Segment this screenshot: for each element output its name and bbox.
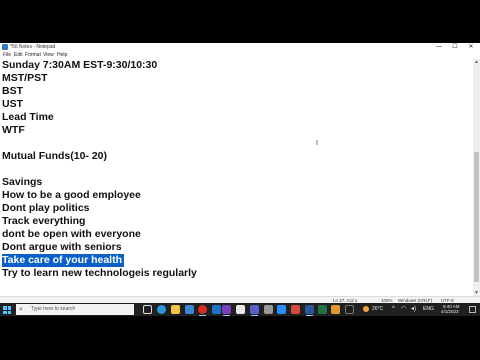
edge-icon[interactable] xyxy=(157,305,166,314)
text-line[interactable]: Mutual Funds(10- 20) xyxy=(2,150,107,163)
clock-date[interactable]: 4/1/2023 xyxy=(441,309,459,315)
text-line[interactable]: BST xyxy=(2,85,23,98)
ibeam-cursor-icon: I xyxy=(316,140,318,147)
zoom-icon[interactable] xyxy=(277,305,286,314)
text-line[interactable]: MST/PST xyxy=(2,72,48,85)
network-icon[interactable]: ◠ xyxy=(401,303,406,316)
selected-text-line[interactable]: Take care of your health xyxy=(2,254,125,267)
photos-icon[interactable] xyxy=(331,305,340,314)
store-icon[interactable] xyxy=(185,305,194,314)
menu-view[interactable]: View xyxy=(43,51,54,59)
notepad-screen: *50 Notes - Notepad — ☐ ✕ File Edit Form… xyxy=(0,43,480,316)
text-line[interactable]: Dont argue with seniors xyxy=(2,241,122,254)
menu-format[interactable]: Format xyxy=(25,51,41,59)
text-line[interactable]: Dont play politics xyxy=(2,202,90,215)
mail-icon[interactable] xyxy=(212,305,221,314)
volume-icon[interactable]: ◂) xyxy=(411,303,416,316)
text-line[interactable]: Track everything xyxy=(2,215,85,228)
weather-sun-icon[interactable] xyxy=(363,306,369,312)
window-title: *50 Notes - Notepad xyxy=(10,44,56,50)
task-view-icon[interactable] xyxy=(143,305,152,314)
onenote-icon[interactable] xyxy=(222,305,231,316)
close-button[interactable]: ✕ xyxy=(464,43,478,51)
windows-start-icon[interactable] xyxy=(3,306,11,314)
terminal-icon[interactable] xyxy=(345,305,354,314)
menu-file[interactable]: File xyxy=(3,51,11,59)
notification-icon[interactable] xyxy=(469,306,476,313)
taskbar-search-box[interactable]: ⌕ Type here to search xyxy=(16,304,134,315)
text-line[interactable]: WTF xyxy=(2,124,25,137)
search-placeholder: Type here to search xyxy=(31,306,76,312)
maximize-button[interactable]: ☐ xyxy=(448,43,462,51)
text-line[interactable]: How to be a good employee xyxy=(2,189,141,202)
scrollbar-thumb[interactable] xyxy=(474,152,479,282)
chrome-icon[interactable] xyxy=(198,305,207,316)
language-indicator[interactable]: ENG xyxy=(423,303,434,316)
tray-chevron-icon[interactable]: ^ xyxy=(392,303,395,316)
search-icon: ⌕ xyxy=(19,306,23,313)
excel-icon[interactable] xyxy=(318,305,327,314)
powerpoint-icon[interactable] xyxy=(291,305,300,314)
text-line[interactable]: Lead Time xyxy=(2,111,54,124)
text-editor[interactable]: Sunday 7:30AM EST-9:30/10:30 MST/PST BST… xyxy=(0,59,473,296)
text-line[interactable]: Try to learn new technologeis regularly xyxy=(2,267,197,280)
taskbar: ⌕ Type here to search 26°C ^ ◠ ◂) ENG 9:… xyxy=(0,303,480,316)
title-bar[interactable]: *50 Notes - Notepad — ☐ ✕ xyxy=(0,43,480,51)
notepad-icon[interactable] xyxy=(236,305,245,314)
menu-edit[interactable]: Edit xyxy=(14,51,23,59)
menu-help[interactable]: Help xyxy=(57,51,67,59)
menu-bar: File Edit Format View Help xyxy=(0,51,480,59)
minimize-button[interactable]: — xyxy=(432,43,446,51)
weather-temperature[interactable]: 26°C xyxy=(372,303,383,316)
settings-icon[interactable] xyxy=(264,305,273,314)
text-line[interactable]: Savings xyxy=(2,176,42,189)
word-icon[interactable] xyxy=(305,305,314,316)
scroll-up-arrow-icon[interactable]: ▲ xyxy=(473,59,480,65)
text-line[interactable]: UST xyxy=(2,98,23,111)
file-explorer-icon[interactable] xyxy=(171,305,180,314)
teams-icon[interactable] xyxy=(250,305,259,316)
text-line[interactable]: dont be open with everyone xyxy=(2,228,141,241)
text-line[interactable]: Sunday 7:30AM EST-9:30/10:30 xyxy=(2,59,157,72)
notepad-app-icon xyxy=(2,44,8,50)
vertical-scrollbar[interactable]: ▲ ▼ xyxy=(473,59,480,296)
